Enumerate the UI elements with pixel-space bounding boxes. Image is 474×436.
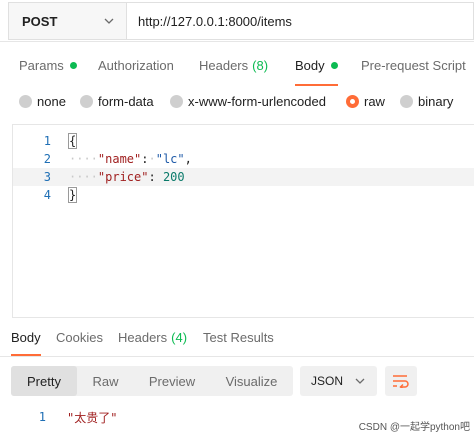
tab-pre-request-script-label: Pre-request Script <box>361 57 466 73</box>
json-colon: : <box>141 152 149 166</box>
tab-body-label: Body <box>295 57 325 73</box>
line-number: 3 <box>43 170 51 184</box>
method-select[interactable]: POST <box>8 2 126 40</box>
editor-line: 4 } <box>13 186 474 204</box>
close-brace: } <box>67 187 78 203</box>
indent-whitespace: ···· <box>69 152 98 166</box>
line-number: 4 <box>43 188 51 202</box>
tab-pre-request-script[interactable]: Pre-request Script <box>361 46 466 84</box>
method-label: POST <box>22 13 58 29</box>
space-whitespace: · <box>148 152 156 166</box>
editor-code: } <box>67 187 78 203</box>
view-raw-label: Raw <box>92 373 119 389</box>
view-pretty-button[interactable]: Pretty <box>11 366 77 396</box>
tab-headers[interactable]: Headers (8) <box>199 46 268 84</box>
body-type-binary-label: binary <box>418 93 454 109</box>
url-text: http://127.0.0.1:8000/items <box>138 13 292 29</box>
view-mode-group: Pretty Raw Preview Visualize <box>11 366 293 396</box>
json-number-value: 200 <box>162 170 185 184</box>
json-key: "price" <box>97 170 149 184</box>
body-type-form-data-label: form-data <box>98 93 154 109</box>
response-tab-cookies[interactable]: Cookies <box>56 330 103 356</box>
wrap-lines-button[interactable] <box>385 366 417 396</box>
request-tabs: Params Authorization Headers (8) Body Pr… <box>0 46 474 86</box>
tab-authorization[interactable]: Authorization <box>98 46 174 84</box>
watermark: CSDN @一起学python吧 <box>358 422 470 433</box>
chevron-down-icon <box>355 378 365 384</box>
response-line-number: 1 <box>38 410 46 424</box>
response-tab-test-results-label: Test Results <box>203 330 274 345</box>
body-type-none-label: none <box>37 93 66 109</box>
response-body-line: 1 "太贵了" <box>0 408 300 426</box>
line-number: 1 <box>43 134 51 148</box>
params-indicator-dot <box>69 61 77 69</box>
json-string-value: "lc" <box>155 152 185 166</box>
view-preview-label: Preview <box>148 373 196 389</box>
body-type-urlencoded-label: x-www-form-urlencoded <box>188 93 326 109</box>
request-url-bar: POST http://127.0.0.1:8000/items <box>0 0 474 42</box>
editor-line: 2 ····"name":·"lc", <box>13 150 474 168</box>
request-body-editor[interactable]: 1 { 2 ····"name":·"lc", 3 ····"price": 2… <box>12 124 474 318</box>
view-raw-button[interactable]: Raw <box>77 366 134 396</box>
view-visualize-button[interactable]: Visualize <box>210 366 293 396</box>
response-tab-headers[interactable]: Headers (4) <box>118 330 187 356</box>
body-indicator-dot <box>330 61 338 69</box>
editor-code: ····"price": 200 <box>69 170 185 184</box>
editor-code: ····"name":·"lc", <box>69 152 192 166</box>
format-select[interactable]: JSON <box>300 366 377 396</box>
url-input[interactable]: http://127.0.0.1:8000/items <box>126 2 474 40</box>
chevron-down-icon <box>104 18 114 24</box>
response-value: "太贵了" <box>67 410 118 425</box>
radio-urlencoded[interactable] <box>170 94 183 108</box>
response-tabs: Body Cookies Headers (4) Test Results <box>0 330 474 356</box>
tab-params-label: Params <box>19 57 64 73</box>
indent-whitespace: ···· <box>69 170 98 184</box>
response-tab-cookies-label: Cookies <box>56 330 103 345</box>
json-key: "name" <box>97 152 142 166</box>
response-tab-body-label: Body <box>11 330 41 345</box>
radio-binary[interactable] <box>400 94 413 108</box>
body-type-options: none form-data x-www-form-urlencoded raw… <box>0 90 474 112</box>
line-number: 2 <box>43 152 51 166</box>
editor-code: { <box>67 133 78 149</box>
wrap-lines-icon <box>393 375 409 388</box>
tab-headers-label: Headers <box>199 57 249 73</box>
editor-line: 1 { <box>13 132 474 150</box>
editor-line-current: 3 ····"price": 200 <box>13 168 474 186</box>
format-label: JSON <box>311 374 344 388</box>
body-type-form-data[interactable]: form-data <box>80 90 154 112</box>
radio-form-data[interactable] <box>80 94 93 108</box>
response-divider <box>0 356 474 357</box>
radio-none[interactable] <box>19 94 32 108</box>
json-colon: : <box>148 170 163 184</box>
body-type-none[interactable]: none <box>19 90 66 112</box>
open-brace: { <box>67 133 78 149</box>
body-type-raw-label: raw <box>364 93 385 109</box>
json-comma: , <box>184 152 192 166</box>
body-type-urlencoded[interactable]: x-www-form-urlencoded <box>170 90 326 112</box>
view-pretty-label: Pretty <box>27 373 61 389</box>
tab-authorization-label: Authorization <box>98 57 174 73</box>
tab-body[interactable]: Body <box>295 46 338 86</box>
response-headers-count: (4) <box>171 330 188 345</box>
radio-raw[interactable] <box>346 94 359 108</box>
body-type-raw[interactable]: raw <box>346 90 385 112</box>
response-tab-body[interactable]: Body <box>11 330 41 356</box>
view-visualize-label: Visualize <box>225 373 278 389</box>
view-preview-button[interactable]: Preview <box>134 366 210 396</box>
response-tab-test-results[interactable]: Test Results <box>203 330 274 356</box>
headers-count: (8) <box>252 57 269 73</box>
body-type-binary[interactable]: binary <box>400 90 453 112</box>
response-tab-headers-label: Headers <box>118 330 168 345</box>
tab-params[interactable]: Params <box>19 46 77 84</box>
